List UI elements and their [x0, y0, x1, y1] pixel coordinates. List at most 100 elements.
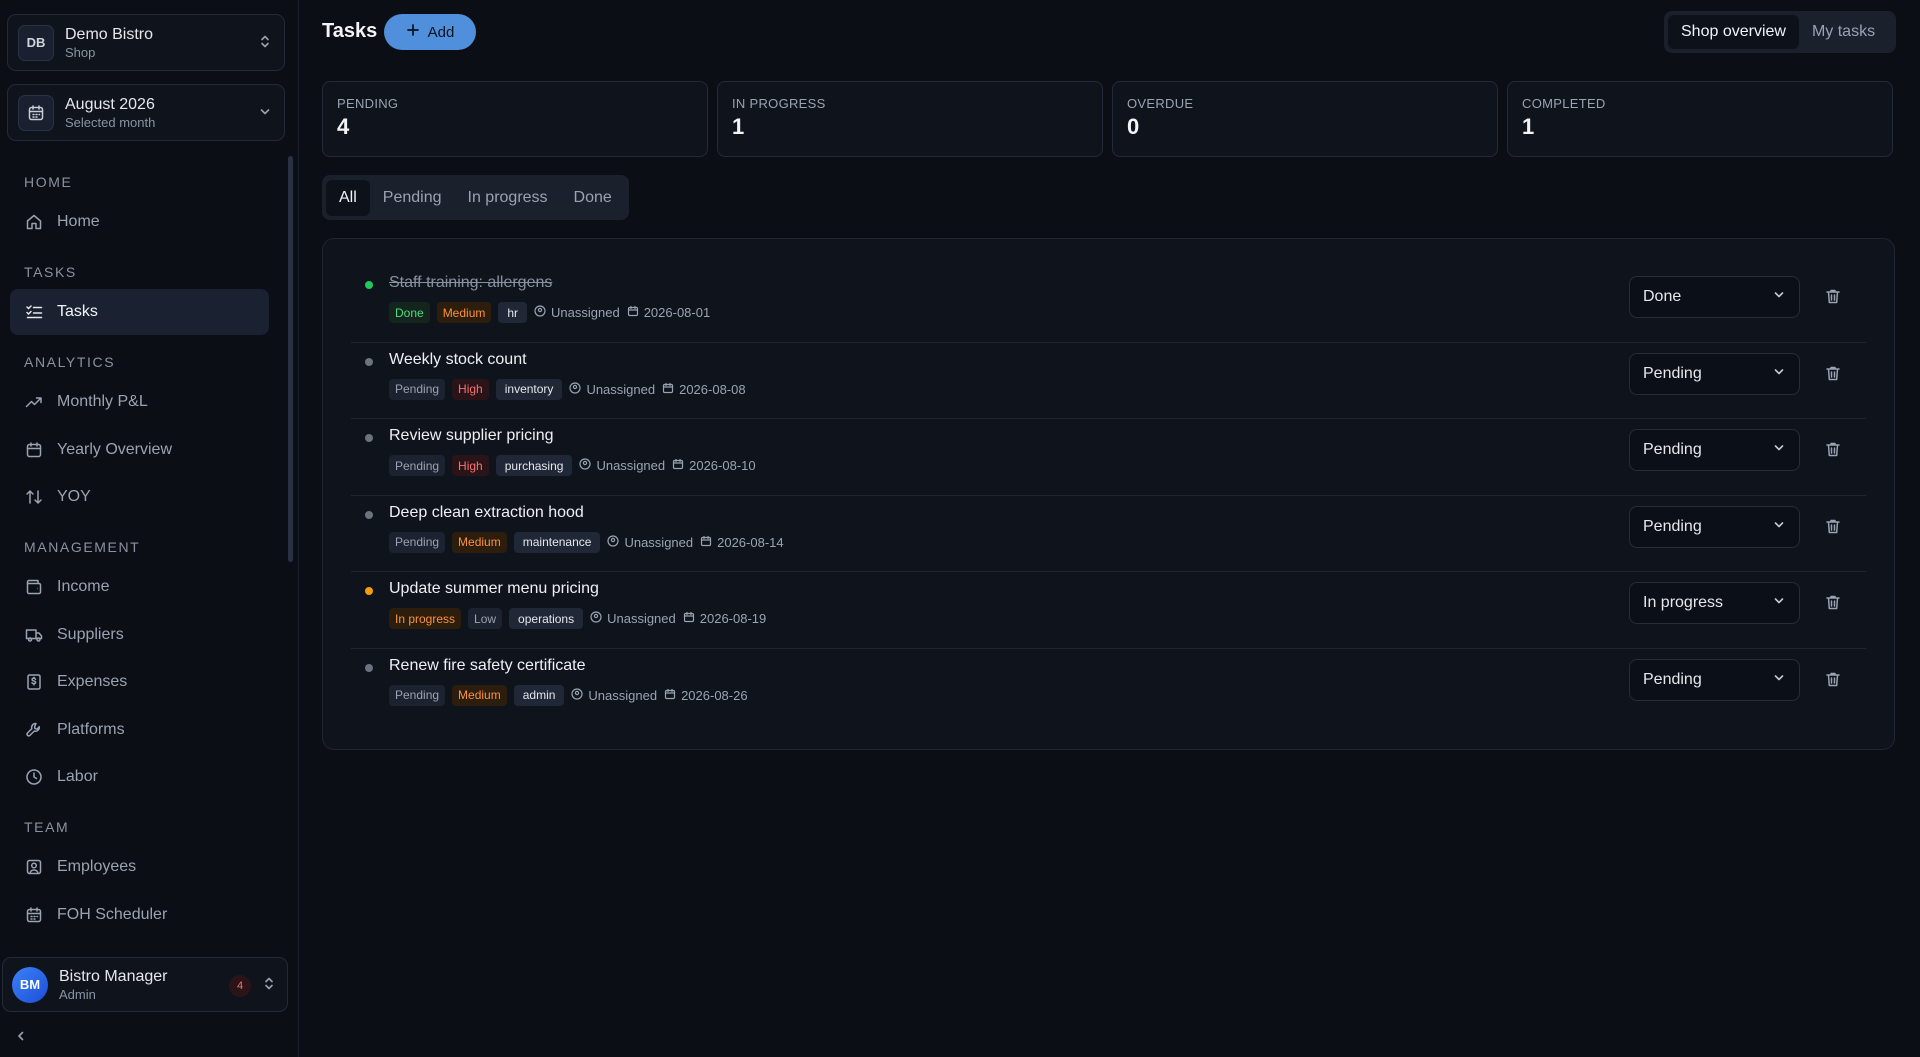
priority-badge: High — [452, 455, 489, 476]
user-circle-icon — [590, 611, 602, 626]
task-title[interactable]: Review supplier pricing — [389, 427, 554, 445]
trash-icon[interactable] — [1825, 365, 1841, 385]
due-date: 2026-08-26 — [664, 688, 748, 703]
due-date-label: 2026-08-19 — [699, 611, 767, 626]
task-title[interactable]: Weekly stock count — [389, 351, 527, 369]
stat-value: 0 — [1127, 114, 1140, 139]
my-tasks-tab[interactable]: My tasks — [1799, 15, 1888, 49]
sidebar-item-labor[interactable]: Labor — [10, 754, 269, 800]
sidebar-item-label: Tasks — [57, 303, 98, 320]
priority-badge: Medium — [452, 531, 507, 553]
status-select[interactable]: Pending — [1629, 505, 1800, 548]
sidebar-item-monthly-pl[interactable]: Monthly P&L — [10, 379, 269, 425]
sidebar-item-home[interactable]: Home — [10, 199, 269, 245]
assignee: Unassigned — [590, 611, 676, 626]
stat-card-overdue: OVERDUE 0 — [1112, 81, 1498, 157]
due-date: 2026-08-01 — [627, 305, 710, 320]
user-role: Admin — [59, 986, 96, 1002]
filter-tab-all[interactable]: All — [326, 179, 370, 216]
sidebar-item-tasks[interactable]: Tasks — [10, 289, 269, 335]
filter-tab-in-progress[interactable]: In progress — [455, 180, 561, 216]
filter-tab-pending[interactable]: Pending — [370, 180, 455, 216]
sidebar-item-foh-scheduler[interactable]: FOH Scheduler — [10, 892, 269, 938]
status-badge: Pending — [389, 531, 446, 553]
task-title[interactable]: Staff training: allergens — [389, 274, 552, 292]
status-select[interactable]: Pending — [1629, 658, 1800, 701]
category-tag: admin — [513, 684, 565, 706]
trash-icon[interactable] — [1825, 594, 1841, 614]
due-date: 2026-08-14 — [700, 535, 784, 550]
trash-icon[interactable] — [1825, 518, 1841, 538]
stat-value: 1 — [732, 114, 745, 139]
status-select[interactable]: In progress — [1629, 582, 1800, 624]
priority-badge: Medium — [436, 302, 492, 323]
sidebar-item-yoy[interactable]: YOY — [10, 474, 269, 520]
task-row: Deep clean extraction hood Pending Mediu… — [351, 496, 1866, 572]
task-row: Weekly stock count Pending High inventor… — [351, 343, 1866, 419]
task-meta: Pending Medium maintenance Unassigned 20… — [389, 531, 784, 553]
priority-badge: Medium — [452, 684, 507, 706]
sidebar-item-platforms[interactable]: Platforms — [10, 707, 269, 753]
sidebar-item-label: Home — [57, 213, 100, 230]
sidebar-item-yearly-overview[interactable]: Yearly Overview — [10, 427, 269, 473]
truck-icon — [24, 625, 44, 645]
user-circle-icon — [569, 381, 582, 397]
sidebar-item-expenses[interactable]: Expenses — [10, 659, 269, 705]
task-meta: Pending High purchasing Unassigned 2026-… — [389, 455, 756, 476]
task-title[interactable]: Update summer menu pricing — [389, 580, 599, 598]
assignee-label: Unassigned — [586, 381, 656, 397]
assignee: Unassigned — [534, 305, 620, 320]
task-title[interactable]: Deep clean extraction hood — [389, 504, 584, 522]
task-title[interactable]: Renew fire safety certificate — [389, 657, 586, 675]
status-select-value: Pending — [1643, 364, 1702, 382]
trash-icon[interactable] — [1825, 288, 1841, 308]
sidebar-item-income[interactable]: Income — [10, 564, 269, 610]
home-icon — [24, 212, 44, 232]
user-circle-icon — [607, 534, 620, 550]
task-list: Staff training: allergens Done Medium hr… — [322, 238, 1895, 750]
chevron-down-icon — [1772, 517, 1786, 536]
filter-tab-done[interactable]: Done — [561, 180, 625, 216]
clock-icon — [24, 767, 44, 787]
stat-card-pending: PENDING 4 — [322, 81, 708, 157]
month-selector[interactable]: August 2026 Selected month — [7, 84, 285, 141]
task-row: Renew fire safety certificate Pending Me… — [351, 649, 1866, 726]
calendar-grid-icon — [24, 905, 44, 925]
stats-row: PENDING 4 IN PROGRESS 1 OVERDUE 0 COMPLE… — [322, 81, 1893, 157]
month-sub: Selected month — [65, 114, 156, 130]
sidebar-scrollbar[interactable] — [288, 156, 293, 562]
status-dot — [365, 357, 373, 366]
calendar-icon — [700, 535, 712, 550]
user-square-icon — [24, 857, 44, 877]
wrench-icon — [24, 720, 44, 740]
trash-icon[interactable] — [1825, 671, 1841, 691]
due-date-label: 2026-08-10 — [689, 458, 756, 473]
shop-selector[interactable]: DB Demo Bistro Shop — [7, 14, 285, 71]
collapse-sidebar-icon[interactable] — [14, 1029, 28, 1046]
add-task-button[interactable]: Add — [384, 14, 476, 50]
status-select-value: In progress — [1643, 594, 1724, 611]
chevron-down-icon — [1772, 594, 1786, 613]
trash-icon[interactable] — [1825, 441, 1841, 461]
due-date: 2026-08-19 — [683, 611, 767, 626]
status-select-value: Pending — [1643, 670, 1702, 688]
sidebar-item-label: Monthly P&L — [57, 393, 148, 410]
user-circle-icon — [571, 687, 584, 703]
status-select[interactable]: Done — [1629, 276, 1800, 318]
assignee: Unassigned — [579, 458, 665, 473]
sidebar-item-label: Employees — [57, 858, 137, 875]
sidebar-item-suppliers[interactable]: Suppliers — [10, 612, 269, 658]
notification-badge[interactable]: 4 — [229, 975, 251, 997]
chevrons-up-down-icon — [258, 33, 272, 52]
task-meta: Pending High inventory Unassigned 2026-0… — [389, 378, 746, 400]
assignee-label: Unassigned — [624, 534, 694, 550]
arrow-up-down-icon — [24, 487, 44, 507]
avatar: BM — [12, 966, 48, 1003]
assignee-label: Unassigned — [551, 305, 620, 320]
status-select[interactable]: Pending — [1629, 429, 1800, 471]
shop-overview-tab[interactable]: Shop overview — [1668, 15, 1799, 49]
status-select[interactable]: Pending — [1629, 352, 1800, 395]
user-menu[interactable]: BM Bistro Manager Admin 4 — [2, 957, 288, 1012]
sidebar-item-employees[interactable]: Employees — [10, 844, 269, 890]
trending-up-icon — [24, 392, 44, 412]
